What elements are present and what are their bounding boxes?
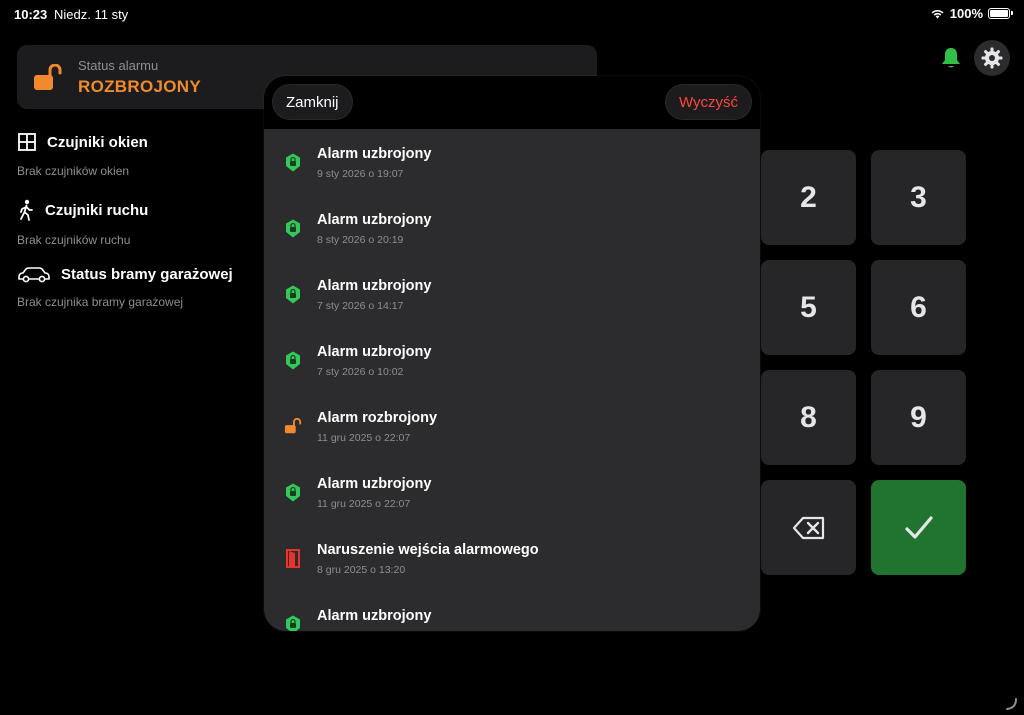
keypad-key-8[interactable]: 8 [761,370,856,465]
event-list[interactable]: Alarm uzbrojony 9 sty 2026 o 19:07 Alarm… [264,129,760,631]
section-garage-gate: Status bramy garażowej Brak czujnika bra… [17,265,233,310]
keypad-confirm-button[interactable] [871,480,966,575]
event-title: Alarm uzbrojony [317,278,432,294]
settings-button[interactable] [974,40,1010,76]
status-right: 100% [930,6,1013,21]
resize-handle-icon [1006,698,1017,710]
keypad-key-5[interactable]: 5 [761,260,856,355]
event-time: 7 sty 2026 o 14:17 [317,300,404,312]
unlocked-padlock-icon [284,417,302,434]
section-subtitle: Brak czujników ruchu [17,233,131,247]
event-title: Alarm uzbrojony [317,146,432,162]
event-item[interactable]: Alarm uzbrojony [264,591,760,631]
event-title: Alarm uzbrojony [317,608,432,624]
event-title: Naruszenie wejścia alarmowego [317,542,539,558]
clear-button[interactable]: Wyczyść [664,84,752,120]
event-time: 11 gru 2025 o 22:07 [317,498,411,510]
backspace-icon [792,516,824,539]
section-title: Czujniki ruchu [45,201,149,219]
event-title: Alarm uzbrojony [317,212,432,228]
wifi-icon [931,9,944,19]
unlocked-padlock-icon [34,64,62,90]
event-item[interactable]: Naruszenie wejścia alarmowego 8 gru 2025… [264,525,760,591]
section-window-sensors: Czujniki okien Brak czujników okien [17,132,148,178]
top-actions [940,40,1010,76]
shield-lock-icon [286,351,300,369]
event-history-modal: Zamknij Wyczyść Alarm uzbrojony 9 sty 20… [264,76,760,631]
event-time: 11 gru 2025 o 22:07 [317,432,411,444]
event-item[interactable]: Alarm rozbrojony 11 gru 2025 o 22:07 [264,393,760,459]
event-item[interactable]: Alarm uzbrojony 7 sty 2026 o 10:02 [264,327,760,393]
battery-percent: 100% [949,6,983,21]
status-bar: 10:23 Niedz. 11 sty 100% [0,0,1024,28]
screen: 10:23 Niedz. 11 sty 100% Status alarmu R… [0,0,1024,715]
event-time: 8 sty 2026 o 20:19 [317,234,404,246]
section-subtitle: Brak czujników okien [17,164,130,178]
shield-lock-icon [286,219,300,237]
event-item[interactable]: Alarm uzbrojony 7 sty 2026 o 14:17 [264,261,760,327]
car-icon [18,267,50,283]
shield-lock-icon [286,153,300,171]
keypad-delete-button[interactable] [761,480,856,575]
event-item[interactable]: Alarm uzbrojony 11 gru 2025 o 22:07 [264,459,760,525]
battery-fill [990,10,1008,17]
battery-icon [988,8,1013,19]
event-time: 7 sty 2026 o 10:02 [317,366,404,378]
door-icon [286,548,300,568]
section-title: Status bramy garażowej [61,265,233,283]
event-time: 9 sty 2026 o 19:07 [317,168,404,180]
section-motion-sensors: Czujniki ruchu Brak czujników ruchu [17,199,148,247]
section-title: Czujniki okien [47,133,148,151]
status-date: Niedz. 11 sty [54,7,129,22]
shield-lock-icon [286,285,300,303]
shield-lock-icon [286,615,300,631]
window-icon [18,133,36,151]
alarm-status-value: ROZBROJONY [78,77,201,96]
gear-icon [981,47,1003,69]
event-title: Alarm rozbrojony [317,410,438,426]
checkmark-icon [904,515,933,539]
event-title: Alarm uzbrojony [317,476,432,492]
keypad-key-9[interactable]: 9 [871,370,966,465]
event-title: Alarm uzbrojony [317,344,432,360]
status-time: 10:23 [14,7,48,22]
close-button[interactable]: Zamknij [272,84,353,120]
event-time: 8 gru 2025 o 13:20 [317,564,406,576]
bell-icon[interactable] [940,46,962,70]
keypad-key-3[interactable]: 3 [871,150,966,245]
event-item[interactable]: Alarm uzbrojony 9 sty 2026 o 19:07 [264,129,760,195]
modal-header: Zamknij Wyczyść [264,76,760,129]
shield-lock-icon [286,483,300,501]
alarm-status-label: Status alarmu [78,58,159,73]
keypad-key-2[interactable]: 2 [761,150,856,245]
walking-person-icon [20,199,33,221]
keypad-key-6[interactable]: 6 [871,260,966,355]
section-subtitle: Brak czujnika bramy garażowej [17,295,184,309]
event-item[interactable]: Alarm uzbrojony 8 sty 2026 o 20:19 [264,195,760,261]
